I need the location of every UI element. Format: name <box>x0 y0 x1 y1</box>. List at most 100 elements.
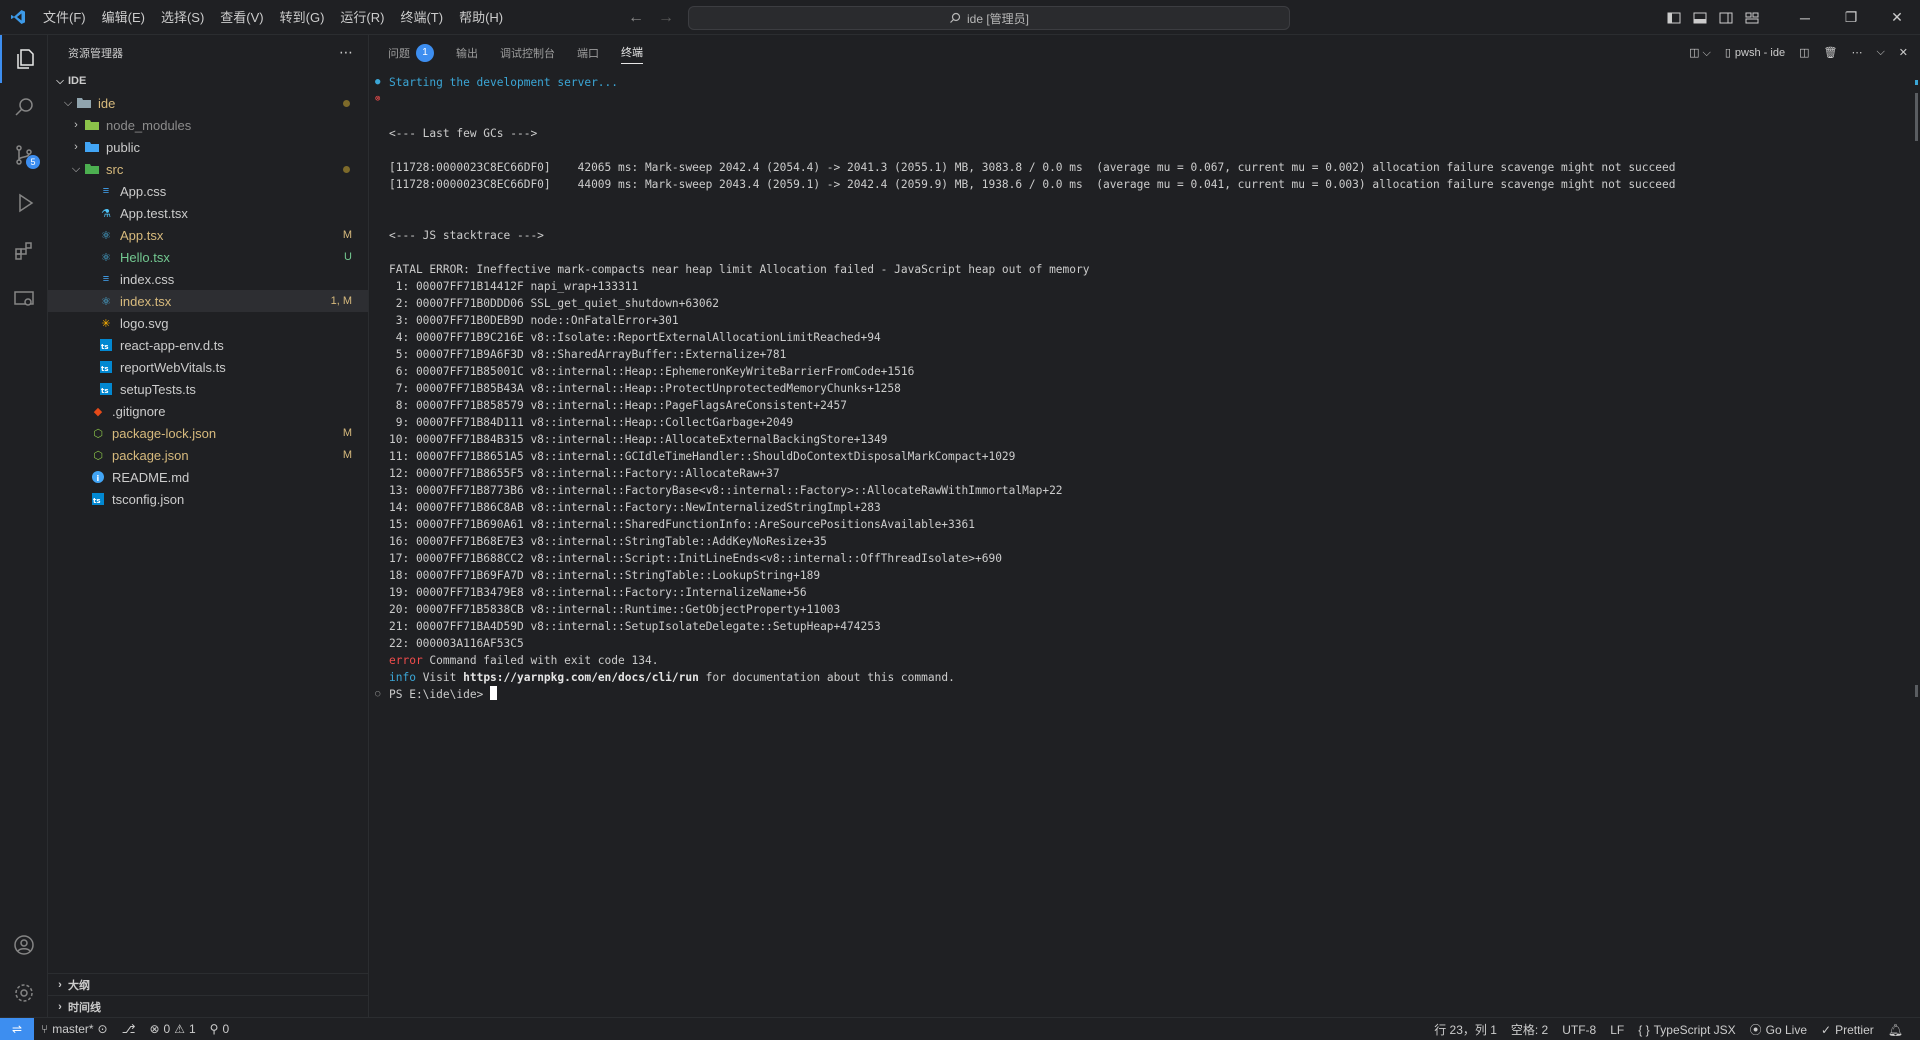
antenna-icon: ⚲ <box>209 1022 219 1036</box>
encoding[interactable]: UTF-8 <box>1555 1018 1603 1040</box>
tree-file-app-tsx[interactable]: ⚛ App.tsx M <box>48 224 368 246</box>
menu-view[interactable]: 查看(V) <box>212 0 271 35</box>
menu-go[interactable]: 转到(G) <box>272 0 333 35</box>
folder-open-icon <box>76 95 92 111</box>
end-of-line[interactable]: LF <box>1603 1018 1631 1040</box>
restore-icon[interactable]: ❐ <box>1828 0 1874 35</box>
git-status-badge: U <box>344 251 352 263</box>
tree-item-label: public <box>106 139 140 155</box>
terminal-prompt-line[interactable]: ○ PS E:\ide\ide> <box>370 686 1900 703</box>
tree-file-app-css[interactable]: ≡ App.css <box>48 180 368 202</box>
tree-file-index-css[interactable]: ≡ index.css <box>48 268 368 290</box>
more-actions-icon[interactable]: ⋯ <box>1851 46 1862 59</box>
outline-section-header[interactable]: › 大纲 <box>48 973 368 995</box>
tree-file-package-json[interactable]: ⬡ package.json M <box>48 444 368 466</box>
close-panel-icon[interactable]: ✕ <box>1899 46 1908 59</box>
trash-icon[interactable]: 🗑 <box>1823 46 1837 59</box>
menu-bar: 文件(F) 编辑(E) 选择(S) 查看(V) 转到(G) 运行(R) 终端(T… <box>35 0 511 35</box>
minimize-icon[interactable]: ─ <box>1782 0 1828 35</box>
menu-help[interactable]: 帮助(H) <box>451 0 511 35</box>
indentation[interactable]: 空格: 2 <box>1504 1018 1555 1040</box>
language-mode[interactable]: { } TypeScript JSX <box>1631 1018 1742 1040</box>
tab-problems[interactable]: 问题 1 <box>388 35 434 70</box>
tree-file-setup-tests[interactable]: ts setupTests.ts <box>48 378 368 400</box>
terminal-output[interactable]: ● Starting the development server... ⊗ <-… <box>370 70 1900 1010</box>
tree-file-react-app-env[interactable]: ts react-app-env.d.ts <box>48 334 368 356</box>
tree-file-index-tsx[interactable]: ⚛ index.tsx 1, M <box>48 290 368 312</box>
menu-edit[interactable]: 编辑(E) <box>94 0 153 35</box>
split-terminal-icon[interactable]: ◫ <box>1799 46 1809 59</box>
scm-badge: 5 <box>26 155 40 169</box>
terminal-line: ⊗ <box>370 91 1900 108</box>
more-actions-icon[interactable]: ⋯ <box>339 44 354 61</box>
explorer-activity[interactable] <box>0 35 48 83</box>
tree-folder-ide[interactable]: ⌵ ide <box>48 92 368 114</box>
branch-indicator[interactable]: ⑂ master* ⊙ <box>34 1018 115 1040</box>
git-graph-icon: ⎇ <box>121 1022 136 1036</box>
tree-folder-node-modules[interactable]: › node_modules <box>48 114 368 136</box>
tree-file-tsconfig[interactable]: ts tsconfig.json <box>48 488 368 510</box>
menu-file[interactable]: 文件(F) <box>35 0 94 35</box>
bell-icon: 🔔︎ <box>1887 1022 1903 1037</box>
git-status-badge: M <box>342 427 352 439</box>
remote-indicator[interactable]: ⇌ <box>0 1017 34 1040</box>
search-activity[interactable] <box>0 83 48 131</box>
eol-label: LF <box>1610 1022 1625 1037</box>
toggle-secondary-sidebar-icon[interactable] <box>1718 10 1734 26</box>
tree-folder-public[interactable]: › public <box>48 136 368 158</box>
notifications-button[interactable]: 🔔︎ <box>1881 1018 1910 1040</box>
accounts-activity[interactable] <box>0 921 48 969</box>
toggle-panel-icon[interactable] <box>1692 10 1708 26</box>
forward-arrow-icon[interactable]: → <box>658 9 674 27</box>
terminal-text: 18: 00007FF71B69FA7D v8::internal::Strin… <box>389 569 821 582</box>
menu-terminal[interactable]: 终端(T) <box>392 0 451 35</box>
terminal-instance-selector[interactable]: ▯ pwsh - ide <box>1725 46 1785 60</box>
tree-file-report-web-vitals[interactable]: ts reportWebVitals.ts <box>48 356 368 378</box>
warning-icon: ⚠ <box>174 1022 185 1036</box>
tab-debug-console[interactable]: 调试控制台 <box>500 35 555 70</box>
menu-selection[interactable]: 选择(S) <box>153 0 212 35</box>
go-live-button[interactable]: ⦿ Go Live <box>1743 1018 1814 1040</box>
terminal-text: 14: 00007FF71B86C8AB v8::internal::Facto… <box>389 501 881 514</box>
source-control-activity[interactable]: 5 <box>0 131 48 179</box>
command-center[interactable]: ide [管理员] <box>688 6 1290 30</box>
ports-indicator[interactable]: ⚲ 0 <box>203 1018 236 1040</box>
extensions-activity[interactable] <box>0 227 48 275</box>
chevron-down-icon[interactable]: ⌵ <box>1876 46 1884 59</box>
typescript-file-icon: ts <box>98 359 114 375</box>
tab-output[interactable]: 输出 <box>456 35 478 70</box>
toggle-primary-sidebar-icon[interactable] <box>1666 10 1682 26</box>
terminal-line: 20: 00007FF71B5838CB v8::internal::Runti… <box>370 601 1900 618</box>
info-prefix: info <box>389 671 416 684</box>
run-debug-activity[interactable] <box>0 179 48 227</box>
timeline-section-header[interactable]: › 时间线 <box>48 995 368 1017</box>
terminal-text: 21: 00007FF71BA4D59D v8::internal::Setup… <box>389 620 881 633</box>
tree-item-label: ide <box>98 95 116 111</box>
terminal-link[interactable]: https://yarnpkg.com/en/docs/cli/run <box>463 671 699 684</box>
tree-file-gitignore[interactable]: ◆ .gitignore <box>48 400 368 422</box>
git-graph-button[interactable]: ⎇ <box>115 1018 143 1040</box>
tree-file-hello-tsx[interactable]: ⚛ Hello.tsx U <box>48 246 368 268</box>
menu-run[interactable]: 运行(R) <box>332 0 392 35</box>
prettier-button[interactable]: ✓ Prettier <box>1814 1018 1881 1040</box>
tree-file-package-lock[interactable]: ⬡ package-lock.json M <box>48 422 368 444</box>
remote-explorer-activity[interactable] <box>0 275 48 323</box>
manage-activity[interactable] <box>0 969 48 1017</box>
close-window-icon[interactable]: ✕ <box>1874 0 1920 35</box>
tab-ports[interactable]: 端口 <box>577 35 599 70</box>
back-arrow-icon[interactable]: ← <box>628 9 644 27</box>
workspace-section-header[interactable]: ⌵ IDE <box>48 70 368 92</box>
cursor-position[interactable]: 行 23，列 1 <box>1427 1018 1504 1040</box>
tree-file-readme[interactable]: i README.md <box>48 466 368 488</box>
check-icon: ✓ <box>1821 1022 1832 1037</box>
tree-file-app-test-tsx[interactable]: ⚗ App.test.tsx <box>48 202 368 224</box>
prettier-label: Prettier <box>1835 1022 1874 1037</box>
tab-terminal[interactable]: 终端 <box>621 42 643 64</box>
tree-folder-src[interactable]: ⌵ src <box>48 158 368 180</box>
run-debug-icon <box>19 193 34 213</box>
tree-file-logo-svg[interactable]: ✳ logo.svg <box>48 312 368 334</box>
new-terminal-split-icon[interactable]: ◫ ⌵ <box>1689 46 1711 60</box>
problems-indicator[interactable]: ⊗ 0 ⚠ 1 <box>142 1018 202 1040</box>
customize-layout-icon[interactable] <box>1744 10 1760 26</box>
